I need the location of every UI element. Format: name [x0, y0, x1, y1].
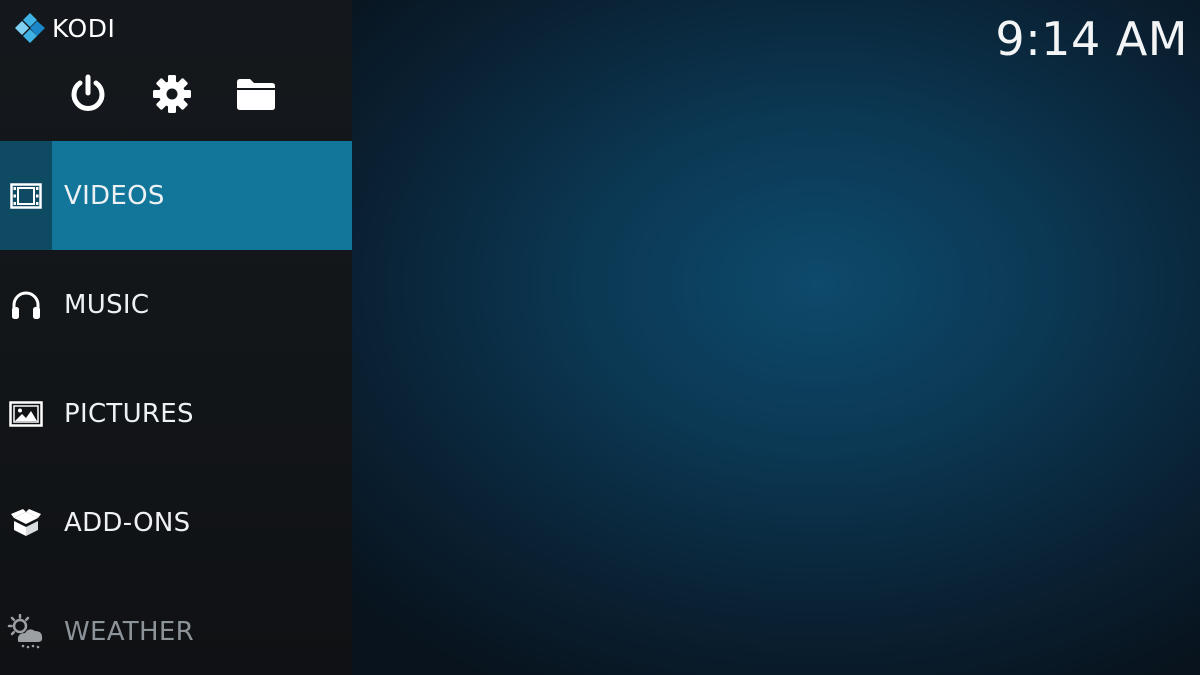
folder-icon: [237, 79, 275, 110]
menu-item-videos[interactable]: VIDEOS: [0, 141, 352, 250]
gear-icon: [153, 75, 191, 113]
power-icon: [71, 74, 105, 111]
power-button[interactable]: [64, 70, 112, 118]
menu-icon-cell: [0, 141, 52, 250]
main-menu: VIDEOS MUSIC PICTURES ADD-ONS WEATHER: [0, 141, 352, 675]
picture-icon: [9, 400, 43, 427]
menu-icon-cell: [0, 577, 52, 675]
kodi-logo: KODI: [14, 10, 115, 46]
menu-icon-cell: [0, 359, 52, 468]
film-icon: [10, 182, 42, 209]
menu-icon-cell: [0, 250, 52, 359]
menu-label: PICTURES: [64, 398, 194, 429]
menu-label: ADD-ONS: [64, 507, 191, 538]
box-icon: [11, 508, 41, 536]
sidebar: KODI VIDEOS MUSIC PICTURES ADD-ONS WEATH…: [0, 0, 352, 675]
menu-label: WEATHER: [64, 616, 194, 647]
kodi-home-screen: KODI VIDEOS MUSIC PICTURES ADD-ONS WEATH…: [0, 0, 1200, 675]
app-name: KODI: [52, 13, 116, 43]
menu-item-addons[interactable]: ADD-ONS: [0, 468, 352, 577]
headphones-icon: [12, 291, 40, 319]
menu-item-music[interactable]: MUSIC: [0, 250, 352, 359]
kodi-logo-icon: [15, 13, 45, 43]
background-panel: [352, 0, 1200, 675]
menu-icon-cell: [0, 468, 52, 577]
menu-item-weather[interactable]: WEATHER: [0, 577, 352, 675]
top-button-bar: [64, 70, 288, 118]
menu-label: MUSIC: [64, 289, 150, 320]
file-manager-button[interactable]: [232, 70, 280, 118]
weather-icon: [7, 613, 43, 648]
settings-button[interactable]: [148, 70, 196, 118]
menu-item-pictures[interactable]: PICTURES: [0, 359, 352, 468]
menu-label: VIDEOS: [64, 180, 165, 211]
clock: 9:14 AM: [995, 12, 1188, 66]
